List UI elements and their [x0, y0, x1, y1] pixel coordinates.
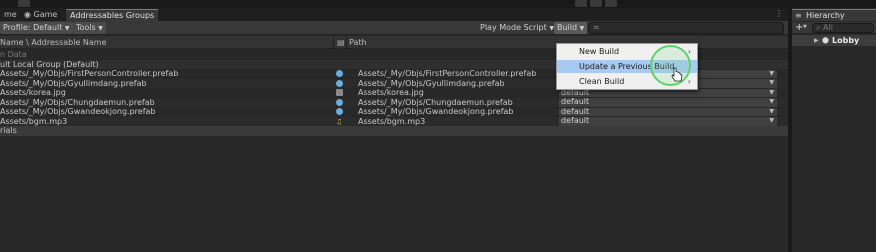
tab-game[interactable]: ◉ Game — [20, 9, 61, 21]
profile-dropdown[interactable]: Profile: Default ▼ — [0, 22, 73, 34]
tab-label: Game — [33, 10, 58, 19]
play-mode-script-dropdown[interactable]: Play Mode Script ▼ — [480, 22, 554, 34]
icon-column-header: ▤ — [337, 38, 345, 47]
search-input[interactable]: ≈ — [588, 22, 784, 34]
scene-row[interactable]: ▶ ⬢ Lobby — [792, 35, 876, 46]
scene-name: Lobby — [832, 36, 860, 45]
label-dropdown[interactable]: default ▼ — [559, 97, 777, 107]
column-path-label: Path — [349, 38, 367, 47]
chevron-down-icon: ▼ — [769, 117, 774, 124]
chevron-down-icon: ▼ — [769, 88, 774, 96]
group-name: ult Local Group (Default) — [0, 59, 99, 69]
hierarchy-search-input[interactable]: ⌕ All — [812, 23, 874, 33]
hierarchy-toolbar: + ▼ ⌕ All — [792, 22, 876, 34]
chevron-down-icon: ▼ — [803, 24, 807, 30]
table-row[interactable]: Assets/_My/Objs/Gwandeokjong.prefab Asse… — [0, 107, 788, 117]
menu-button[interactable] — [18, 0, 30, 7]
tools-label: Tools — [76, 23, 96, 32]
unity-scene-icon: ⬢ — [822, 36, 829, 45]
group-row[interactable]: rials — [0, 126, 788, 136]
tab-addressables-groups[interactable]: Addressables Groups — [66, 9, 159, 21]
search-icon: ⌕ — [816, 23, 821, 32]
pause-button[interactable] — [590, 0, 602, 7]
entry-name: Assets/korea.jpg — [0, 88, 66, 97]
label-value: default — [561, 97, 590, 106]
addressables-window: me ◉ Game Addressables Groups ⋮ Profile:… — [0, 8, 788, 252]
column-divider[interactable] — [346, 36, 347, 49]
entry-name: Assets/_My/Objs/Gwandeokjong.prefab — [0, 107, 156, 116]
prefab-icon — [336, 79, 343, 87]
chevron-down-icon: ▼ — [769, 69, 774, 77]
list-icon: ≡ — [795, 11, 802, 20]
column-name-header[interactable]: Name \ Addressable Name — [0, 36, 107, 49]
step-button[interactable] — [605, 0, 617, 7]
tab-bar: me ◉ Game Addressables Groups ⋮ — [0, 8, 788, 21]
entry-name: n Data — [0, 50, 27, 59]
group-name: rials — [0, 126, 17, 135]
menu-item-label: New Build — [579, 47, 620, 56]
chevron-down-icon: ▼ — [769, 98, 774, 105]
column-name-label: Name \ Addressable Name — [0, 38, 107, 47]
top-strip — [0, 0, 876, 8]
chevron-down-icon: ▼ — [98, 25, 103, 32]
build-label: Build — [557, 23, 578, 32]
prefab-icon — [336, 98, 343, 106]
label-dropdown[interactable]: default ▼ — [559, 106, 777, 116]
tab-scene[interactable]: me — [0, 9, 21, 21]
entry-path: Assets/_My/Objs/Chungdaemun.prefab — [358, 97, 513, 107]
tools-dropdown[interactable]: Tools ▼ — [73, 22, 106, 34]
tab-label: Addressables Groups — [70, 11, 155, 20]
play-mode-script-label: Play Mode Script — [480, 23, 547, 32]
menu-item-label: Clean Build — [579, 77, 625, 86]
play-button[interactable] — [575, 0, 587, 7]
chevron-down-icon: ▼ — [579, 25, 585, 32]
entry-path: Assets/bgm.mp3 — [358, 116, 426, 126]
toolbar: Profile: Default ▼ Tools ▼ Play Mode Scr… — [0, 21, 788, 35]
entry-name: Assets/bgm.mp3 — [0, 116, 68, 126]
profile-label: Profile: Default — [3, 23, 63, 32]
tab-label: me — [4, 10, 17, 19]
hierarchy-title: Hierarchy — [806, 11, 845, 20]
entry-path: Assets/_My/Objs/FirstPersonController.pr… — [358, 69, 537, 78]
hand-cursor-icon — [671, 67, 683, 85]
search-placeholder: All — [823, 23, 833, 32]
audio-icon: ♫ — [336, 117, 343, 126]
table-row[interactable]: Assets/_My/Objs/Chungdaemun.prefab Asset… — [0, 97, 788, 107]
entry-path: Assets/korea.jpg — [358, 88, 424, 97]
entry-path: Assets/_My/Objs/Gyullimdang.prefab — [358, 78, 505, 88]
entry-name: Assets/_My/Objs/Gyullimdang.prefab — [0, 78, 147, 88]
label-value: default — [561, 106, 590, 116]
search-icon: ≈ — [593, 23, 600, 32]
chevron-down-icon: ▼ — [769, 79, 774, 86]
prefab-icon — [336, 108, 343, 115]
column-path-header[interactable]: Path — [349, 36, 367, 49]
expand-arrow-icon[interactable]: ▶ — [814, 35, 819, 46]
prefab-icon — [336, 70, 343, 77]
chevron-right-icon: › — [687, 77, 691, 86]
chevron-down-icon: ▼ — [769, 107, 774, 115]
column-divider[interactable] — [333, 36, 334, 49]
tab-hierarchy[interactable]: ≡ Hierarchy — [792, 9, 876, 21]
label-value: default — [561, 116, 590, 125]
build-dropdown[interactable]: Build ▼ — [554, 22, 588, 34]
gamepad-icon: ◉ — [24, 10, 31, 19]
entry-name: Assets/_My/Objs/FirstPersonController.pr… — [0, 69, 179, 78]
entry-path: Assets/_My/Objs/Gwandeokjong.prefab — [358, 107, 514, 116]
entry-name: Assets/_My/Objs/Chungdaemun.prefab — [0, 97, 155, 107]
chevron-down-icon: ▼ — [64, 25, 70, 32]
table-row[interactable]: Assets/bgm.mp3 ♫ Assets/bgm.mp3 default ▼ — [0, 116, 788, 126]
hierarchy-panel: ≡ Hierarchy + ▼ ⌕ All ▶ ⬢ Lobby — [792, 8, 876, 252]
image-icon — [336, 89, 343, 96]
more-options-icon[interactable]: ⋮ — [775, 9, 783, 18]
label-dropdown[interactable]: default ▼ — [559, 116, 777, 126]
